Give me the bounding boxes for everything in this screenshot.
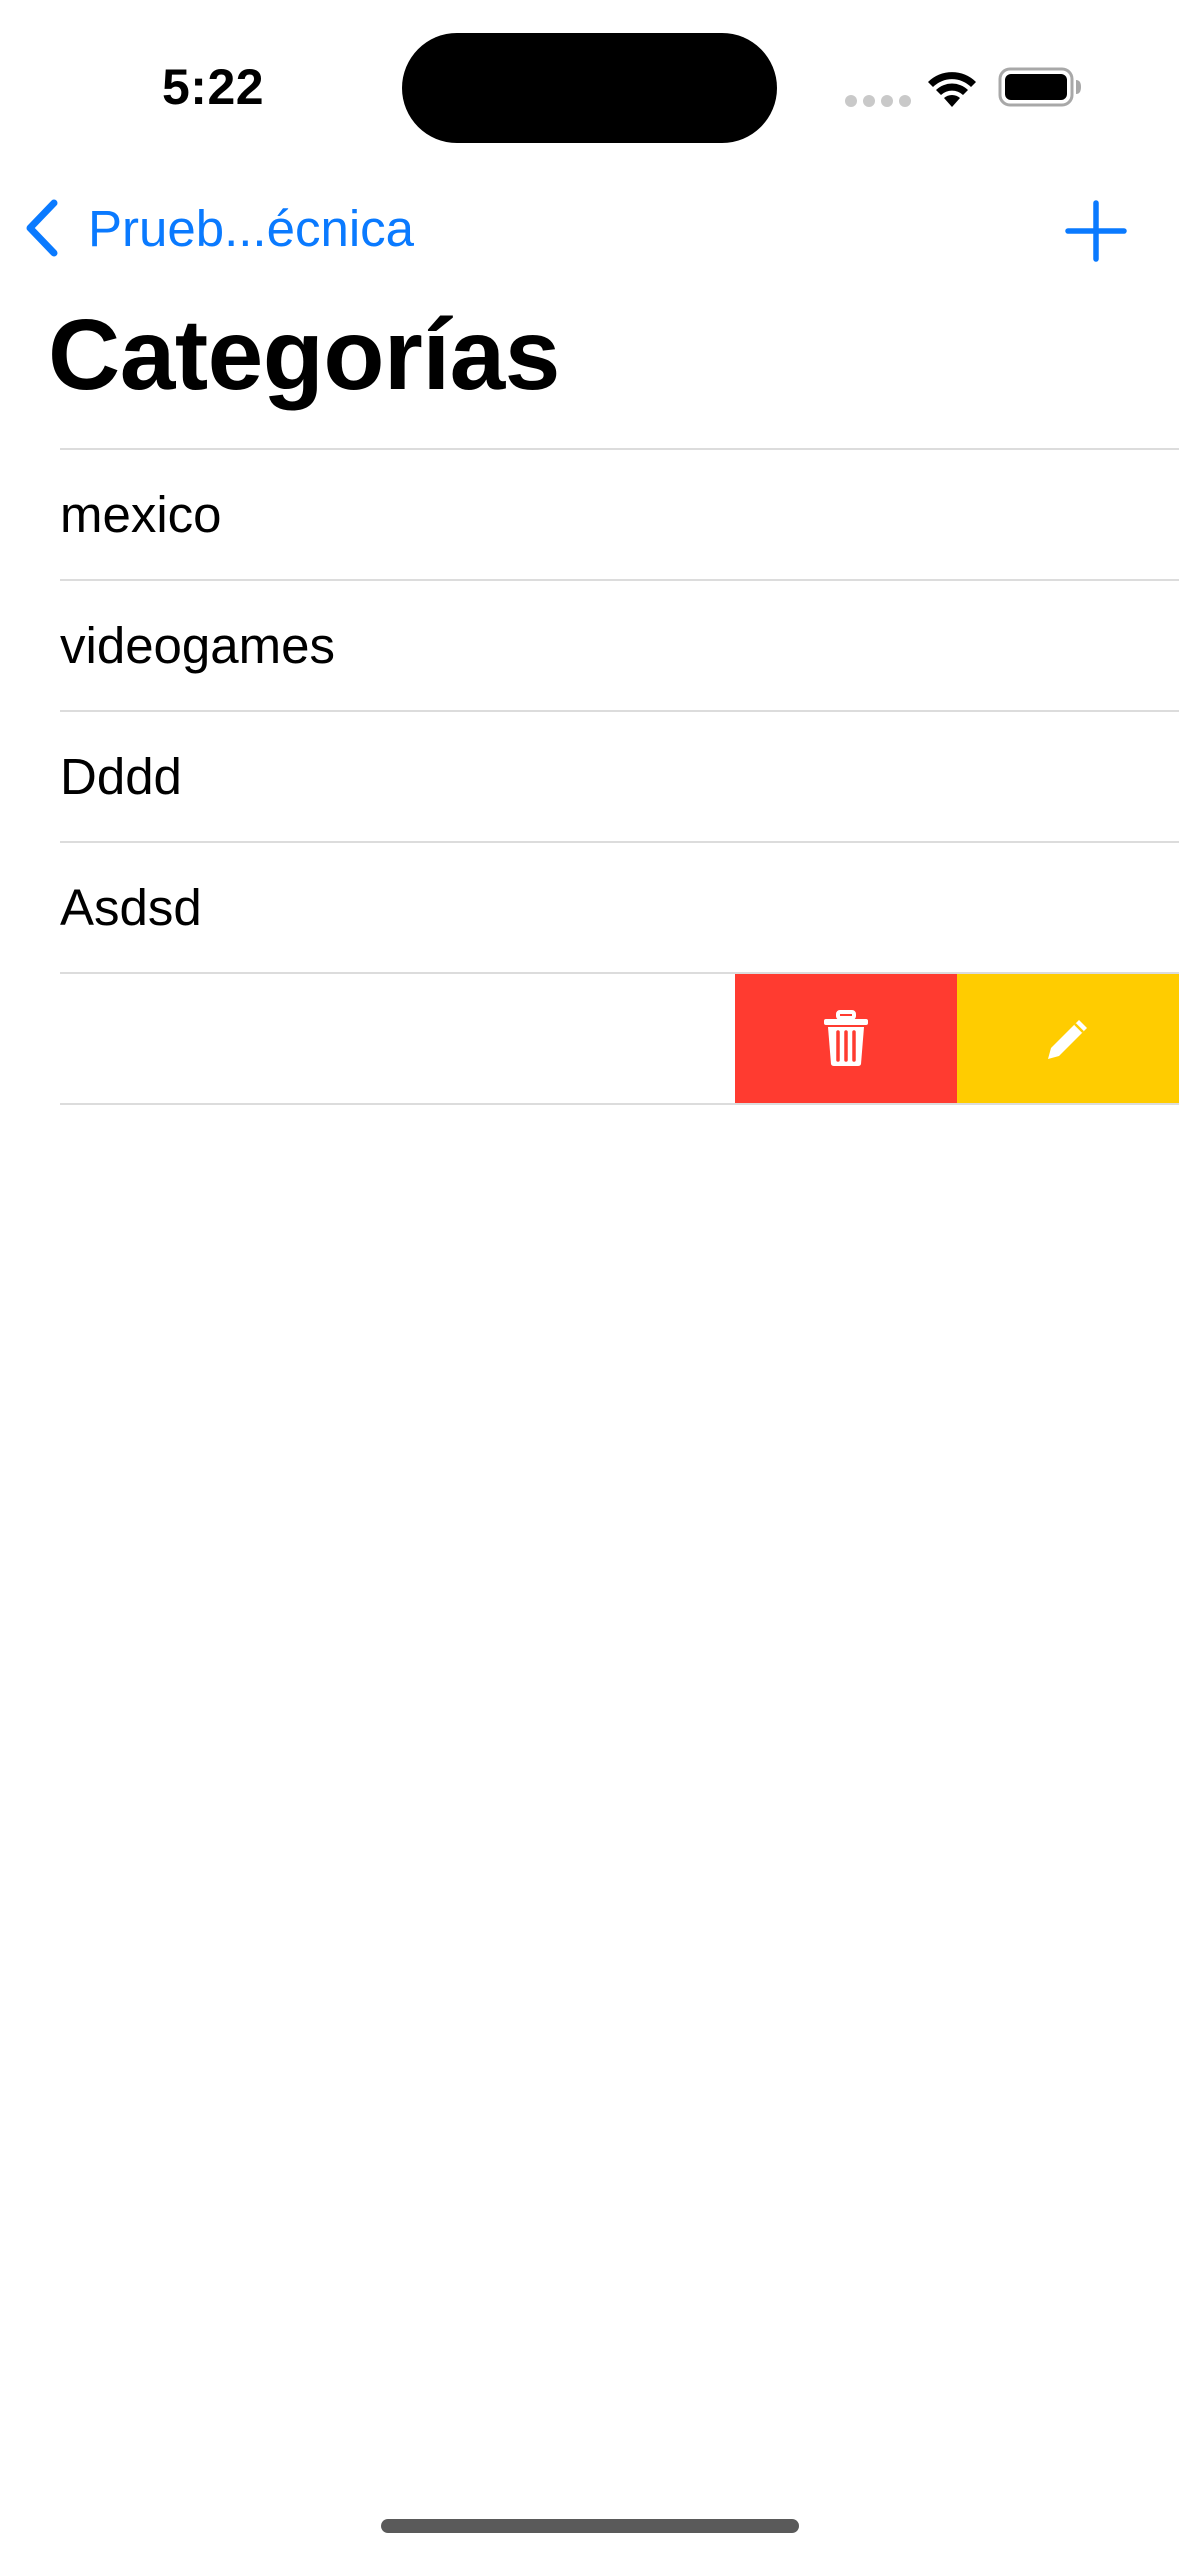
edit-button[interactable] <box>957 974 1179 1103</box>
cellular-signal-icon <box>845 95 911 107</box>
category-list: mexico videogames Dddd Asdsd <box>60 448 1179 1105</box>
home-indicator <box>381 2519 799 2533</box>
swipe-actions <box>735 974 1179 1103</box>
list-item-label: mexico <box>60 486 222 543</box>
list-item[interactable]: Dddd <box>60 710 1179 841</box>
list-item-label: Asdsd <box>60 879 202 936</box>
trash-icon <box>824 1009 868 1066</box>
dynamic-island <box>402 33 777 143</box>
list-item[interactable]: Asdsd <box>60 841 1179 972</box>
plus-icon[interactable] <box>1065 200 1127 262</box>
chevron-left-icon <box>26 199 58 257</box>
list-item-label: videogames <box>60 617 335 674</box>
page-title: Categorías <box>48 299 560 411</box>
delete-button[interactable] <box>735 974 957 1103</box>
status-time: 5:22 <box>162 59 265 115</box>
list-item-label: Dddd <box>60 748 182 805</box>
list-item[interactable]: mexico <box>60 448 1179 579</box>
battery-icon <box>998 67 1081 107</box>
pencil-icon <box>1048 1019 1087 1059</box>
wifi-icon <box>928 72 976 107</box>
list-item-swiped[interactable] <box>60 972 1179 1105</box>
back-button[interactable]: Prueb...écnica <box>22 192 414 264</box>
back-label: Prueb...écnica <box>88 199 415 257</box>
list-item[interactable]: videogames <box>60 579 1179 710</box>
